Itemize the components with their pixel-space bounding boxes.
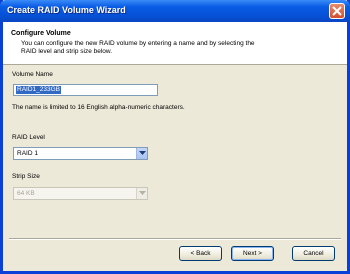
volume-name-label: Volume Name <box>12 71 53 78</box>
cancel-button[interactable]: Cancel <box>292 246 335 261</box>
description-line-1: You can configure the new RAID volume by… <box>21 40 255 47</box>
close-icon <box>332 6 342 16</box>
footer-divider <box>9 238 341 240</box>
title-bar[interactable]: Create RAID Volume Wizard <box>0 0 350 22</box>
chevron-down-icon <box>139 191 146 195</box>
raid-level-select[interactable]: RAID 1 <box>13 147 148 160</box>
wizard-header: Configure Volume You can configure the n… <box>3 22 347 65</box>
chevron-down-icon <box>139 151 146 155</box>
description-line-2: RAID level and strip size below. <box>21 48 113 55</box>
name-hint-text: The name is limited to 16 English alpha-… <box>12 104 185 111</box>
raid-level-dropdown-button[interactable] <box>136 148 147 159</box>
close-button[interactable] <box>329 3 345 19</box>
volume-name-value: RAID1_233GB <box>16 86 61 94</box>
wizard-window: Create RAID Volume Wizard Configure Volu… <box>0 0 350 274</box>
page-description: You can configure the new RAID volume by… <box>21 40 321 56</box>
window-title: Create RAID Volume Wizard <box>7 5 126 15</box>
volume-name-input[interactable]: RAID1_233GB <box>13 84 158 96</box>
raid-level-label: RAID Level <box>12 134 45 141</box>
page-title: Configure Volume <box>11 30 71 37</box>
strip-size-select: 64 KB <box>13 187 148 200</box>
strip-size-value: 64 KB <box>17 190 35 197</box>
next-button[interactable]: Next > <box>231 246 274 261</box>
raid-level-value: RAID 1 <box>17 150 38 157</box>
strip-size-label: Strip Size <box>12 173 40 180</box>
strip-size-dropdown-button <box>136 188 147 199</box>
back-button[interactable]: < Back <box>179 246 222 261</box>
